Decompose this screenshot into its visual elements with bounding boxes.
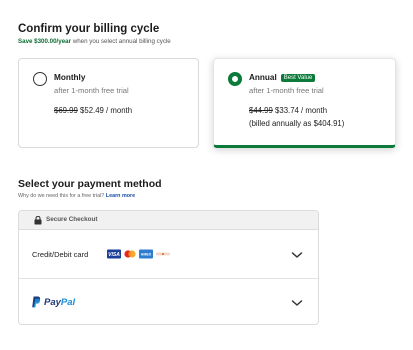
chevron-down-icon[interactable] xyxy=(291,251,303,259)
payment-methods-box: Secure Checkout Credit/Debit card VISA A… xyxy=(18,210,319,325)
payment-title: Select your payment method xyxy=(18,178,162,190)
radio-annual[interactable] xyxy=(228,72,242,86)
card-option-label: Credit/Debit card xyxy=(32,250,89,259)
radio-monthly[interactable] xyxy=(33,72,47,86)
billed-annually-note: (billed annually as $404.91) xyxy=(249,119,345,128)
plan-card-annual[interactable]: Annual Best Value after 1-month free tria… xyxy=(213,58,396,148)
best-value-badge: Best Value xyxy=(280,74,316,82)
why-text: Why do we need this for a free trial? xyxy=(18,193,106,199)
plan-name-annual: Annual Best Value xyxy=(249,73,316,82)
paypal-icon xyxy=(32,296,41,308)
plan-name-annual-label: Annual xyxy=(249,73,277,82)
amex-icon-text: AMEX xyxy=(141,253,152,257)
plan-trial-annual: after 1-month free trial xyxy=(249,86,324,95)
discover-icon xyxy=(156,252,170,256)
amex-icon: AMEX xyxy=(139,249,153,259)
card-logos: VISA AMEX xyxy=(107,249,170,259)
chevron-down-icon[interactable] xyxy=(291,299,303,307)
savings-amount: Save $300.00/year xyxy=(18,38,71,45)
old-price-monthly: $69.99 xyxy=(54,106,78,115)
paypal-wordmark: PayPal xyxy=(44,297,75,308)
paypal-wordmark-pay: Pay xyxy=(44,296,61,308)
old-price-annual: $44.99 xyxy=(249,106,273,115)
savings-suffix: when you select annual billing cycle xyxy=(71,38,171,45)
learn-more-link[interactable]: Learn more xyxy=(106,193,135,199)
lock-icon xyxy=(34,216,42,225)
secure-checkout-bar: Secure Checkout xyxy=(19,211,318,230)
paypal-logo: PayPal xyxy=(32,296,75,308)
plan-price-annual: $44.99 $33.74 / month xyxy=(249,106,327,115)
mastercard-icon xyxy=(124,250,136,258)
paypal-wordmark-pal: Pal xyxy=(60,296,76,308)
payment-option-paypal[interactable]: PayPal xyxy=(19,279,318,324)
plan-price-monthly: $69.99 $52.49 / month xyxy=(54,106,132,115)
plan-name-monthly: Monthly xyxy=(54,73,86,82)
new-price-monthly: $52.49 / month xyxy=(77,106,133,115)
why-line: Why do we need this for a free trial? Le… xyxy=(18,193,135,199)
payment-option-card[interactable]: Credit/Debit card VISA AMEX xyxy=(19,231,318,279)
plan-trial-monthly: after 1-month free trial xyxy=(54,86,129,95)
new-price-annual: $33.74 / month xyxy=(272,106,328,115)
billing-title: Confirm your billing cycle xyxy=(18,23,160,35)
visa-icon: VISA xyxy=(107,249,121,259)
savings-line: Save $300.00/year when you select annual… xyxy=(18,38,171,45)
plan-card-monthly[interactable]: Monthly after 1-month free trial $69.99 … xyxy=(18,58,199,148)
visa-icon-text: VISA xyxy=(108,252,120,258)
secure-checkout-label: Secure Checkout xyxy=(46,216,98,223)
